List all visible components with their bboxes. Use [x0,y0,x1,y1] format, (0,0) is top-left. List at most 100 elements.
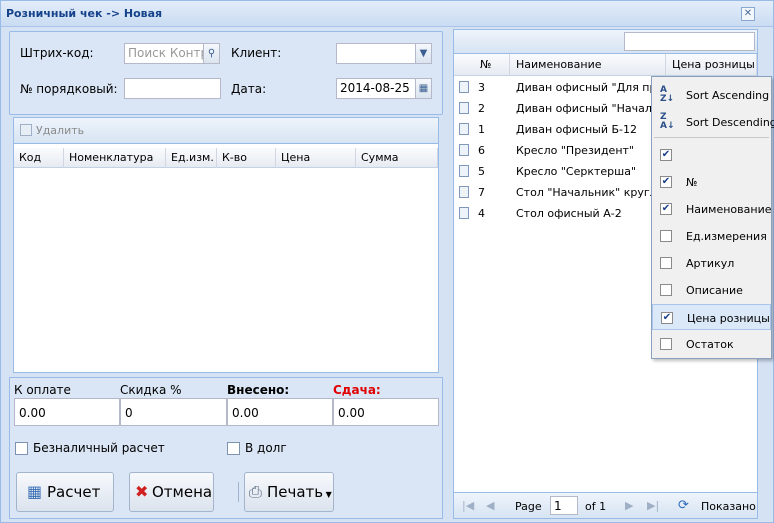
number-input[interactable] [124,78,221,99]
row-name: Диван офисный Б-12 [516,123,638,136]
products-search-input[interactable] [624,32,755,51]
column-toggle-item[interactable]: Описание [652,277,771,303]
barcode-search-input[interactable]: Поиск Контр [124,43,204,64]
col-icon [454,54,474,76]
totals-panel: К оплате Скидка % Внесено: Сдача: 0.00 0… [9,377,443,519]
window-titlebar[interactable]: Розничный чек -> Новая ✕ [1,1,773,27]
products-toolbar [454,30,757,54]
row-number: 6 [478,144,485,157]
menu-divider [654,137,769,138]
column-menu: A Z↓ Sort Ascending Z A↓ Sort Descending ✔… [651,76,774,359]
page-input[interactable]: 1 [550,496,578,515]
col-quantity[interactable]: К-во [217,148,276,168]
cancel-button[interactable]: ✖ Отмена [129,472,214,512]
row-number: 2 [478,102,485,115]
printer-icon: ⎙ [249,482,262,501]
document-icon [459,81,469,93]
discount-field[interactable]: 0 [120,398,227,426]
col-number[interactable]: № [474,54,510,76]
column-toggle-label: Ед.измерения [686,230,767,243]
barcode-label: Штрих-код: [20,46,94,60]
sort-ascending-item[interactable]: A Z↓ Sort Ascending [652,82,771,108]
checked-checkbox-icon[interactable]: ✔ [661,312,673,324]
row-name: Диван офисный "Для прих... [516,81,656,94]
toolbar-separator [238,482,239,502]
calendar-icon[interactable]: ▦ [415,78,432,99]
change-label: Сдача: [333,383,381,397]
receipt-header-form: Штрих-код: Поиск Контр ⚲ Клиент: ▼ № пор… [9,31,443,115]
delete-icon [20,124,32,136]
col-code[interactable]: Код [14,148,64,168]
discount-label: Скидка % [120,383,182,397]
receipt-lines-grid: Удалить Код Номенклатура Ед.изм. К-во Це… [13,117,439,373]
date-input[interactable]: 2014-08-25 [336,78,416,99]
checked-checkbox-icon[interactable]: ✔ [660,203,672,215]
row-name: Диван офисный "Началь... [516,102,656,115]
unchecked-checkbox-icon[interactable] [660,257,672,269]
debt-checkbox[interactable] [227,442,240,455]
window-title: Розничный чек -> Новая [6,7,163,20]
debt-label: В долг [245,441,287,455]
cashless-checkbox[interactable] [15,442,28,455]
document-icon [459,144,469,156]
row-name: Стол офисный А-2 [516,207,622,220]
delete-button[interactable]: Удалить [20,124,84,137]
close-icon[interactable]: ✕ [741,7,755,21]
next-page-icon[interactable]: ▶ [625,499,633,512]
column-toggle-label: Описание [686,284,743,297]
last-page-icon[interactable]: ▶| [647,499,659,512]
print-button[interactable]: ⎙ Печать ▼ [244,472,334,512]
document-icon [459,102,469,114]
prev-page-icon[interactable]: ◀ [486,499,494,512]
column-toggle-item[interactable]: ✔ Цена розницы [652,304,771,330]
col-retail-price[interactable]: Цена розницы [666,54,757,76]
first-page-icon[interactable]: |◀ [462,499,474,512]
client-select[interactable] [336,43,416,64]
col-nomenclature[interactable]: Номенклатура [64,148,166,168]
dropdown-arrow-icon: ▼ [323,490,332,499]
calculator-icon: ▦ [27,482,43,501]
column-toggle-item[interactable]: ✔ [652,142,771,168]
col-unit[interactable]: Ед.изм. [166,148,217,168]
column-toggle-item[interactable]: ✔ Наименование [652,196,771,222]
sort-ascending-icon: A Z↓ [660,85,675,104]
column-toggle-item[interactable]: Остаток [652,331,771,357]
row-number: 3 [478,81,485,94]
row-number: 7 [478,186,485,199]
column-toggle-label: Цена розницы [687,312,770,325]
unchecked-checkbox-icon[interactable] [660,230,672,242]
shown-label: Показано [701,500,756,513]
column-toggle-item[interactable]: Ед.измерения [652,223,771,249]
client-label: Клиент: [231,46,282,60]
col-sum[interactable]: Сумма [356,148,438,168]
cashless-label: Безналичный расчет [33,441,165,455]
col-price[interactable]: Цена [276,148,356,168]
number-label: № порядковый: [20,82,118,96]
pager: |◀ ◀ Page 1 of 1 ▶ ▶| ⟳ Показано [454,492,757,518]
unchecked-checkbox-icon[interactable] [660,338,672,350]
to-pay-label: К оплате [14,383,71,397]
row-number: 5 [478,165,485,178]
document-icon [459,186,469,198]
paid-label: Внесено: [227,383,290,397]
lines-grid-header: Код Номенклатура Ед.изм. К-во Цена Сумма [14,148,438,168]
checked-checkbox-icon[interactable]: ✔ [660,176,672,188]
paid-field[interactable]: 0.00 [227,398,333,426]
column-toggle-label: Остаток [686,338,734,351]
row-name: Кресло "Серктерша" [516,165,637,178]
row-name: Кресло "Президент" [516,144,634,157]
sort-descending-item[interactable]: Z A↓ Sort Descending [652,109,774,135]
to-pay-field[interactable]: 0.00 [14,398,120,426]
calc-button[interactable]: ▦ Расчет [16,472,114,512]
refresh-icon[interactable]: ⟳ [678,498,689,513]
row-number: 1 [478,123,485,136]
checked-checkbox-icon[interactable]: ✔ [660,149,672,161]
col-name[interactable]: Наименование [510,54,666,76]
chevron-down-icon[interactable]: ▼ [415,43,432,64]
row-number: 4 [478,207,485,220]
change-field[interactable]: 0.00 [333,398,439,426]
unchecked-checkbox-icon[interactable] [660,284,672,296]
search-icon[interactable]: ⚲ [203,43,220,64]
column-toggle-item[interactable]: ✔ № [652,169,771,195]
column-toggle-item[interactable]: Артикул [652,250,771,276]
